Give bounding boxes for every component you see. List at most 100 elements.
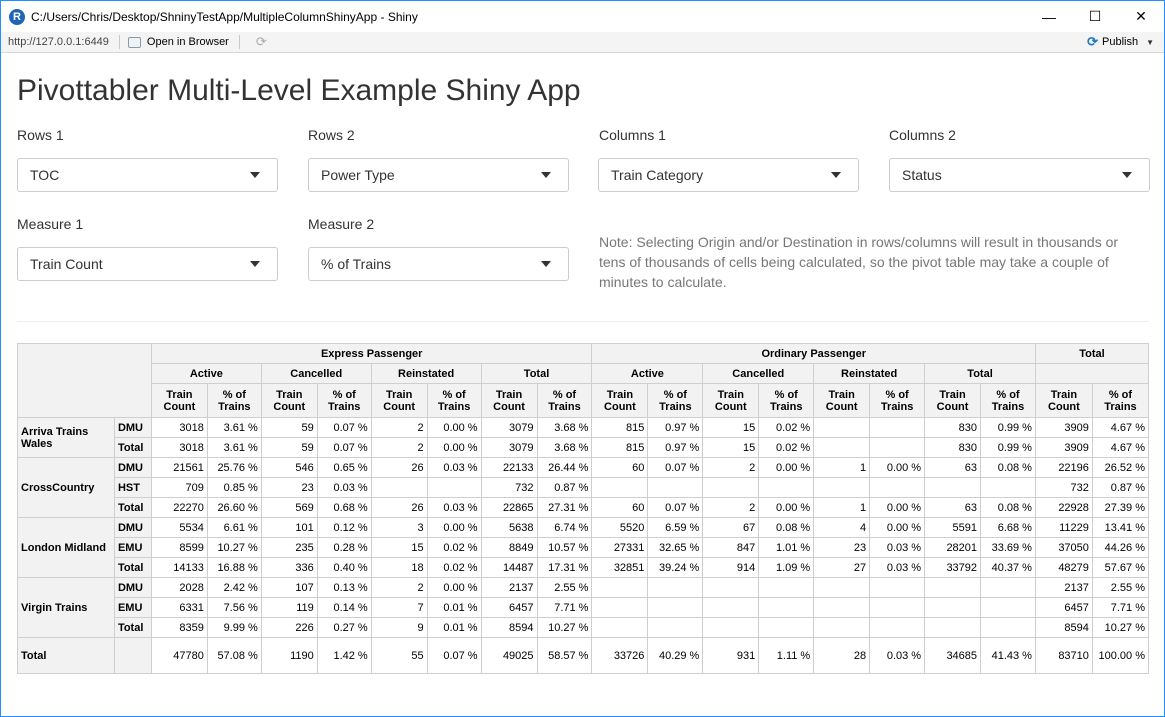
table-row: Total 22270 26.60 % 569 0.68 % 26 0.03 % 22865 2… <box>18 497 1150 518</box>
chevron-down-icon <box>541 172 551 178</box>
row-header-power-type: Total <box>113 437 152 458</box>
close-icon[interactable]: ✕ <box>1118 1 1164 32</box>
table-cell: 0.00 % <box>426 417 482 438</box>
rows2-select[interactable]: Power Type <box>308 158 569 192</box>
table-cell: 49025 <box>480 637 538 674</box>
table-cell: 28 <box>813 637 871 674</box>
cols1-select[interactable]: Train Category <box>598 158 859 192</box>
table-cell: 8594 <box>1034 617 1093 638</box>
table-cell: 13.41 % <box>1091 517 1150 538</box>
table-cell: 569 <box>260 497 318 518</box>
table-cell: 0.68 % <box>316 497 372 518</box>
row-header-power-type: Total <box>113 557 152 578</box>
row-header-power-type: DMU <box>113 517 152 538</box>
table-cell: 0.87 % <box>536 477 593 498</box>
status-header: Cancelled <box>260 363 372 384</box>
table-cell: 11229 <box>1034 517 1093 538</box>
table-cell: 58.57 % <box>536 637 593 674</box>
table-cell: 27.31 % <box>536 497 593 518</box>
rows2-value: Power Type <box>321 167 395 183</box>
table-cell: 9 <box>370 617 428 638</box>
measure-header: Train Count <box>260 383 318 418</box>
cols1-value: Train Category <box>611 167 704 183</box>
table-cell: 8849 <box>480 537 538 558</box>
table-cell: 2.55 % <box>1091 577 1150 598</box>
chevron-down-icon <box>541 261 551 267</box>
table-cell: 14487 <box>480 557 538 578</box>
divider <box>17 321 1149 322</box>
table-cell: 6331 <box>150 597 208 618</box>
measure-header: % of Trains <box>647 383 704 418</box>
browser-icon[interactable] <box>127 36 141 48</box>
table-cell: 22133 <box>480 457 538 478</box>
maximize-icon[interactable]: ☐ <box>1072 1 1118 32</box>
table-cell: 6457 <box>1034 597 1093 618</box>
table-cell: 732 <box>1034 477 1093 498</box>
table-cell <box>370 477 428 498</box>
table-cell: 0.07 % <box>316 417 372 438</box>
table-cell: 33792 <box>924 557 982 578</box>
table-cell: 23 <box>813 537 871 558</box>
chevron-down-icon[interactable]: ▼ <box>1146 38 1154 47</box>
table-cell <box>591 617 649 638</box>
table-cell: 39.24 % <box>647 557 704 578</box>
measure-header: Train Count <box>1034 383 1093 418</box>
table-cell <box>869 577 926 598</box>
cols2-select[interactable]: Status <box>889 158 1150 192</box>
table-cell: 3.61 % <box>206 417 262 438</box>
publish-button[interactable]: ⟳ Publish ▼ <box>1087 34 1154 50</box>
measure1-select[interactable]: Train Count <box>17 247 278 281</box>
publish-label: Publish <box>1102 36 1139 48</box>
minimize-icon[interactable]: — <box>1026 1 1072 32</box>
table-cell <box>813 617 871 638</box>
table-cell <box>702 577 760 598</box>
open-in-browser-button[interactable]: Open in Browser <box>147 36 229 48</box>
table-cell: 0.07 % <box>316 437 372 458</box>
table-cell: 0.03 % <box>426 497 482 518</box>
window-controls: — ☐ ✕ <box>1026 1 1164 32</box>
table-cell: 0.08 % <box>980 497 1036 518</box>
table-row: EMU 8599 10.27 % 235 0.28 % 15 0.02 % 8849 10.57… <box>18 537 1150 558</box>
table-cell: 3 <box>370 517 428 538</box>
table-cell <box>924 577 982 598</box>
row-header-blank <box>113 637 152 674</box>
measure2-select[interactable]: % of Trains <box>308 247 569 281</box>
measure-header: Train Count <box>480 383 538 418</box>
table-row: Total 8359 9.99 % 226 0.27 % 9 0.01 % 8594 10.27… <box>18 617 1150 638</box>
table-cell: 6.61 % <box>206 517 262 538</box>
measure-header: Train Count <box>591 383 649 418</box>
table-cell: 0.00 % <box>426 437 482 458</box>
table-cell: 0.65 % <box>316 457 372 478</box>
toolbar-divider <box>238 35 240 49</box>
table-cell: 41.43 % <box>980 637 1036 674</box>
status-header: Total <box>480 363 593 384</box>
table-cell: 0.02 % <box>426 557 482 578</box>
table-cell <box>702 617 760 638</box>
table-cell: 60 <box>591 497 649 518</box>
table-cell: 235 <box>260 537 318 558</box>
table-cell: 119 <box>260 597 318 618</box>
table-row: Total 3018 3.61 % 59 0.07 % 2 0.00 % 3079 3.68 %… <box>18 437 1150 458</box>
toolbar-divider <box>118 35 120 49</box>
table-cell: 0.12 % <box>316 517 372 538</box>
table-cell: 5638 <box>480 517 538 538</box>
pivot-table: Express Passenger Ordinary Passenger Total… <box>17 343 1150 674</box>
table-cell: 0.00 % <box>869 497 926 518</box>
table-cell: 1.11 % <box>758 637 815 674</box>
table-cell <box>980 617 1036 638</box>
status-header: Active <box>591 363 704 384</box>
refresh-icon[interactable]: ⟳ <box>256 34 267 50</box>
status-header: Reinstated <box>370 363 482 384</box>
table-cell <box>869 417 926 438</box>
table-cell: 10.27 % <box>536 617 593 638</box>
window-title: C:/Users/Chris/Desktop/ShninyTestApp/Mul… <box>31 9 418 24</box>
table-cell: 0.97 % <box>647 417 704 438</box>
table-cell: 40.37 % <box>980 557 1036 578</box>
table-cell: 931 <box>702 637 760 674</box>
table-cell: 0.01 % <box>426 617 482 638</box>
rows2-label: Rows 2 <box>308 127 355 143</box>
rows1-select[interactable]: TOC <box>17 158 278 192</box>
table-cell: 0.13 % <box>316 577 372 598</box>
table-cell: 3.68 % <box>536 417 593 438</box>
table-cell: 0.08 % <box>980 457 1036 478</box>
